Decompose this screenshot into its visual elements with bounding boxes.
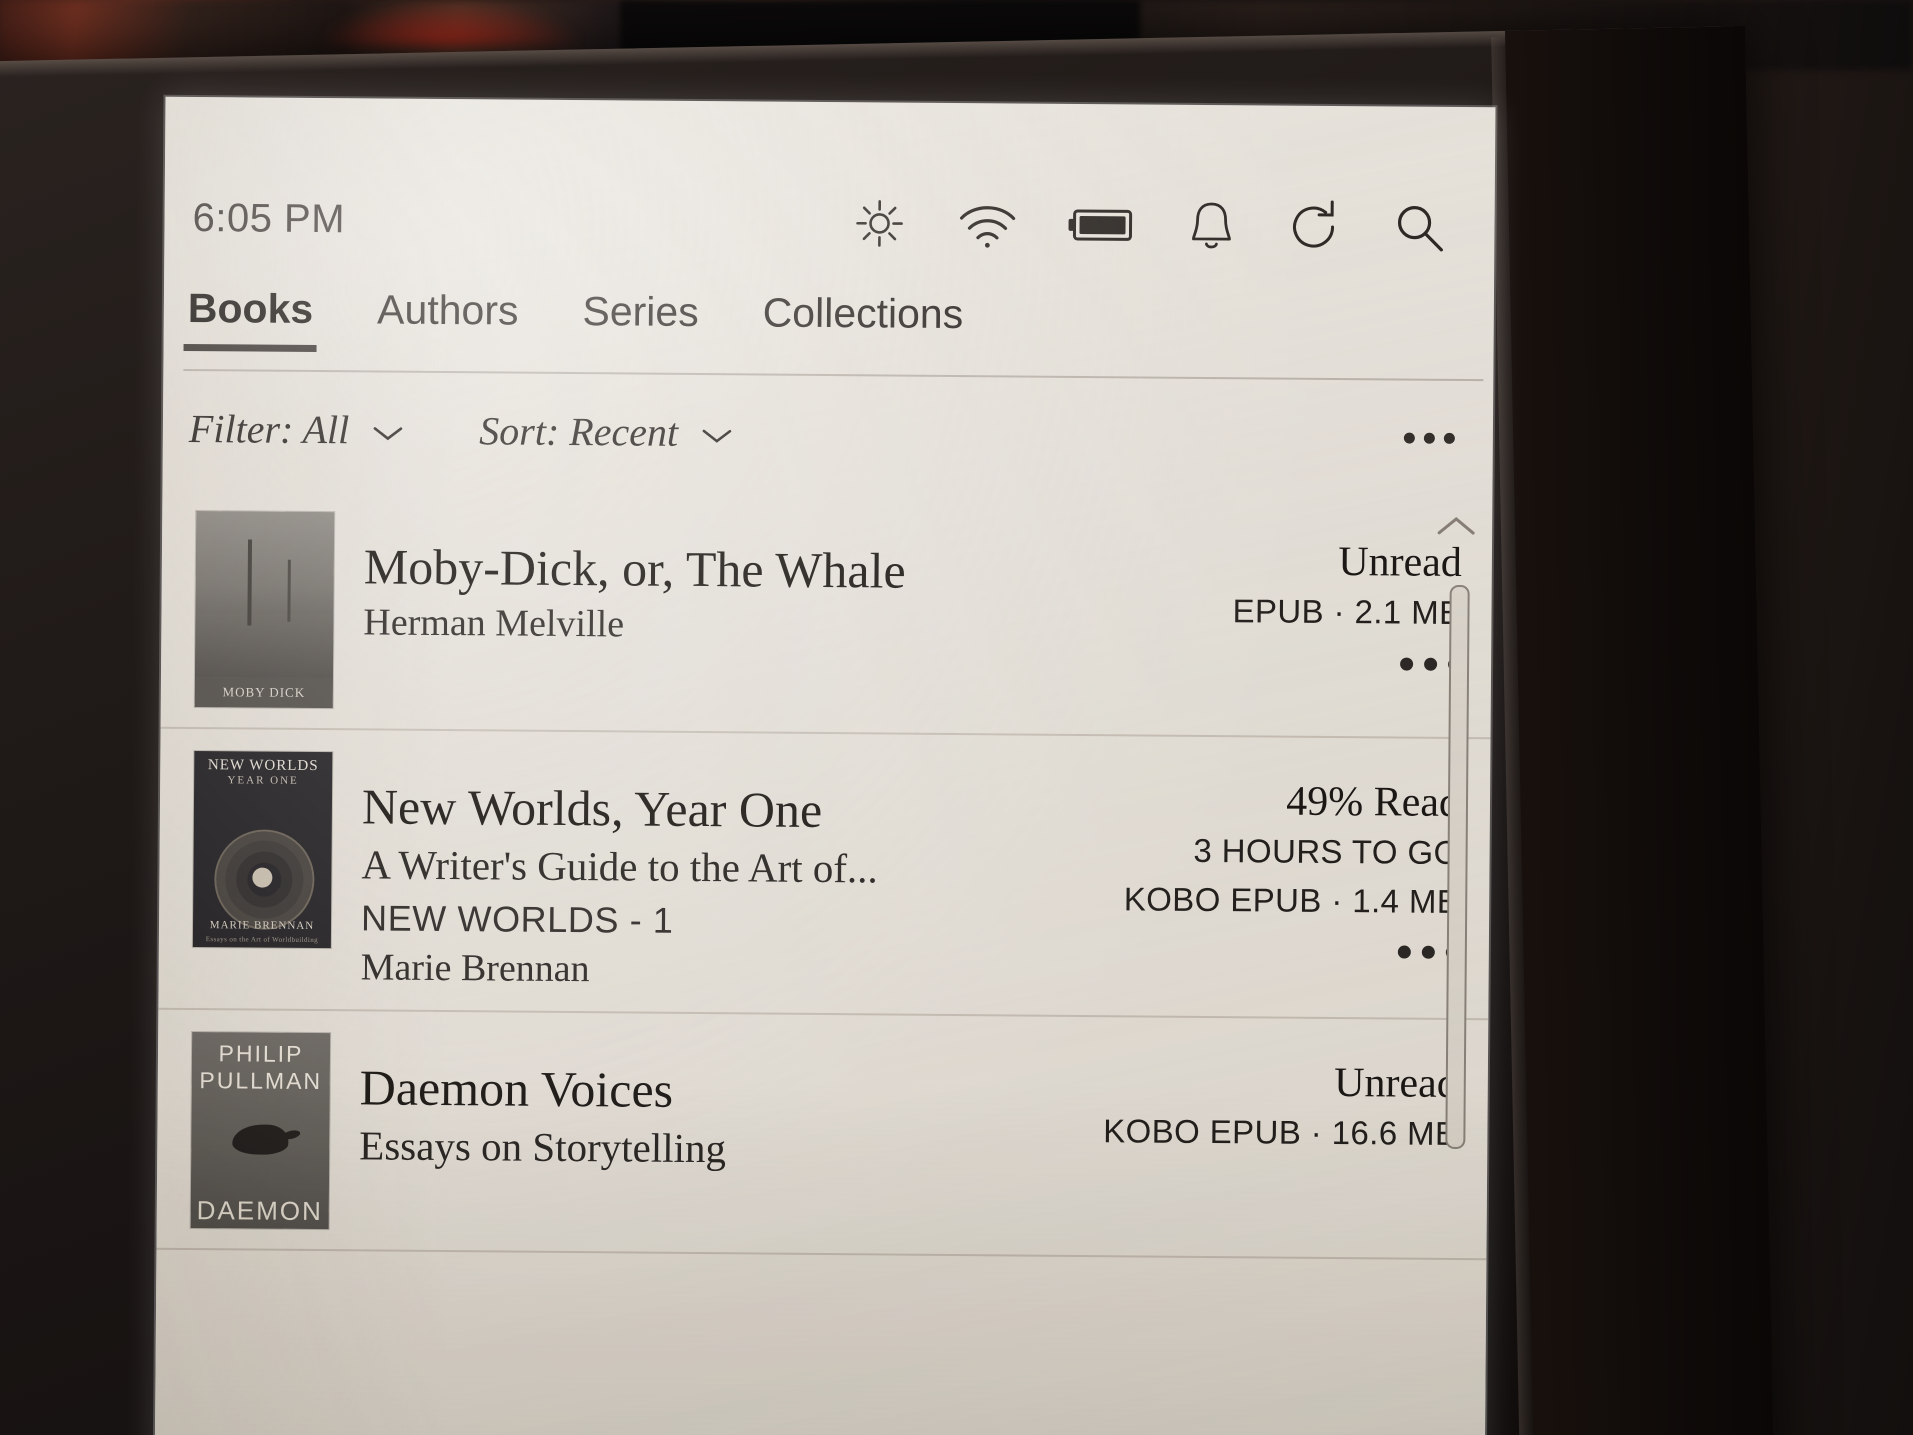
cover-author-text: MARIE BRENNAN xyxy=(209,919,315,932)
book-cover-image: MOBY DICK xyxy=(194,511,335,709)
tab-series[interactable]: Series xyxy=(578,288,703,352)
status-clock: 6:05 PM xyxy=(192,195,346,241)
wifi-icon[interactable] xyxy=(956,199,1018,249)
status-badge: Unread xyxy=(1334,1060,1458,1108)
book-meta-block: Unread KOBO EPUB · 16.6 MB xyxy=(1102,1039,1458,1238)
chevron-down-icon xyxy=(371,406,405,453)
brightness-icon[interactable] xyxy=(850,194,908,252)
dot xyxy=(1400,657,1414,671)
dot xyxy=(1403,432,1415,444)
book-meta-block: Unread EPUB · 2.1 MB xyxy=(1161,519,1463,717)
book-title: New Worlds, Year One xyxy=(361,778,823,838)
book-list: MOBY DICK Moby-Dick, or, The Whale Herma… xyxy=(155,488,1493,1435)
filter-sort-bar: Filter: All Sort: Recent xyxy=(189,383,1468,483)
library-tabs: Books Authors Series Collections xyxy=(183,284,1485,382)
cover-title-text: DAEMON xyxy=(196,1195,323,1227)
book-format: KOBO EPUB · 16.6 MB xyxy=(1103,1112,1458,1153)
cover-author-first-name: PHILIP xyxy=(218,1040,304,1068)
status-icon-group xyxy=(850,194,1448,257)
book-overflow-menu-button[interactable] xyxy=(1161,655,1462,671)
cover-subtitle-text: YEAR ONE xyxy=(227,774,299,787)
backdrop-red-object xyxy=(320,0,580,46)
book-overflow-menu-button[interactable] xyxy=(1123,943,1459,959)
table-row[interactable]: MOBY DICK Moby-Dick, or, The Whale Herma… xyxy=(160,488,1493,740)
book-cover-image: PHILIP PULLMAN DAEMON xyxy=(190,1032,331,1230)
time-to-go: 3 HOURS TO GO xyxy=(1193,832,1460,872)
cover-band-text: MOBY DICK xyxy=(222,684,306,700)
sort-dropdown[interactable]: Sort: Recent xyxy=(479,407,734,456)
sync-icon[interactable] xyxy=(1284,198,1342,256)
book-text-block: New Worlds, Year One A Writer's Guide to… xyxy=(361,752,1125,995)
book-format: EPUB · 2.1 MB xyxy=(1232,592,1462,632)
table-row[interactable]: NEW WORLDS YEAR ONE MARIE BRENNAN Essays… xyxy=(158,728,1491,1021)
reading-progress: 49% Read xyxy=(1286,778,1461,826)
dot xyxy=(1443,432,1455,444)
cover-author-last-name: PULLMAN xyxy=(199,1067,323,1095)
scroll-up-chevron-icon[interactable] xyxy=(1434,511,1478,546)
book-author: Marie Brennan xyxy=(360,946,590,991)
dot xyxy=(1397,945,1411,959)
sort-label: Sort: Recent xyxy=(479,407,679,455)
library-overflow-menu-button[interactable] xyxy=(1403,432,1455,444)
search-icon[interactable] xyxy=(1390,198,1448,256)
tab-authors[interactable]: Authors xyxy=(373,286,523,350)
photo-scene: 6:05 PM Books Authors Series Collections… xyxy=(0,0,1913,1435)
book-title: Moby-Dick, or, The Whale xyxy=(363,538,906,599)
book-subtitle: A Writer's Guide to the Art of... xyxy=(361,841,878,892)
chevron-down-icon xyxy=(700,409,734,456)
book-text-block: Moby-Dick, or, The Whale Herman Melville xyxy=(363,512,1163,714)
cover-title-text: NEW WORLDS xyxy=(207,757,319,775)
book-series: NEW WORLDS - 1 xyxy=(360,897,674,942)
dot xyxy=(1424,657,1438,671)
dot xyxy=(1423,432,1435,444)
ereader-screen: 6:05 PM Books Authors Series Collections… xyxy=(154,96,1496,1435)
book-format: KOBO EPUB · 1.4 MB xyxy=(1123,879,1460,920)
battery-icon[interactable] xyxy=(1066,205,1138,246)
filter-dropdown[interactable]: Filter: All xyxy=(189,404,406,453)
dot xyxy=(1421,945,1435,959)
tab-collections[interactable]: Collections xyxy=(758,289,967,354)
book-subtitle: Essays on Storytelling xyxy=(359,1122,727,1172)
book-author: Herman Melville xyxy=(363,601,625,646)
book-text-block: Daemon Voices Essays on Storytelling xyxy=(359,1034,1104,1236)
notification-bell-icon[interactable] xyxy=(1186,198,1236,254)
book-title: Daemon Voices xyxy=(359,1059,674,1119)
tab-books[interactable]: Books xyxy=(184,285,318,349)
table-row[interactable]: PHILIP PULLMAN DAEMON Daemon Voices Essa… xyxy=(156,1009,1489,1261)
status-badge: Unread xyxy=(1338,539,1463,586)
filter-label: Filter: All xyxy=(188,405,350,452)
device-right-shadow xyxy=(1505,26,1775,1435)
book-meta-block: 49% Read 3 HOURS TO GO KOBO EPUB · 1.4 M… xyxy=(1123,758,1460,998)
book-cover-image: NEW WORLDS YEAR ONE MARIE BRENNAN Essays… xyxy=(192,751,333,949)
status-bar: 6:05 PM xyxy=(164,183,1495,263)
cover-tagline-text: Essays on the Art of Worldbuilding xyxy=(205,935,319,945)
